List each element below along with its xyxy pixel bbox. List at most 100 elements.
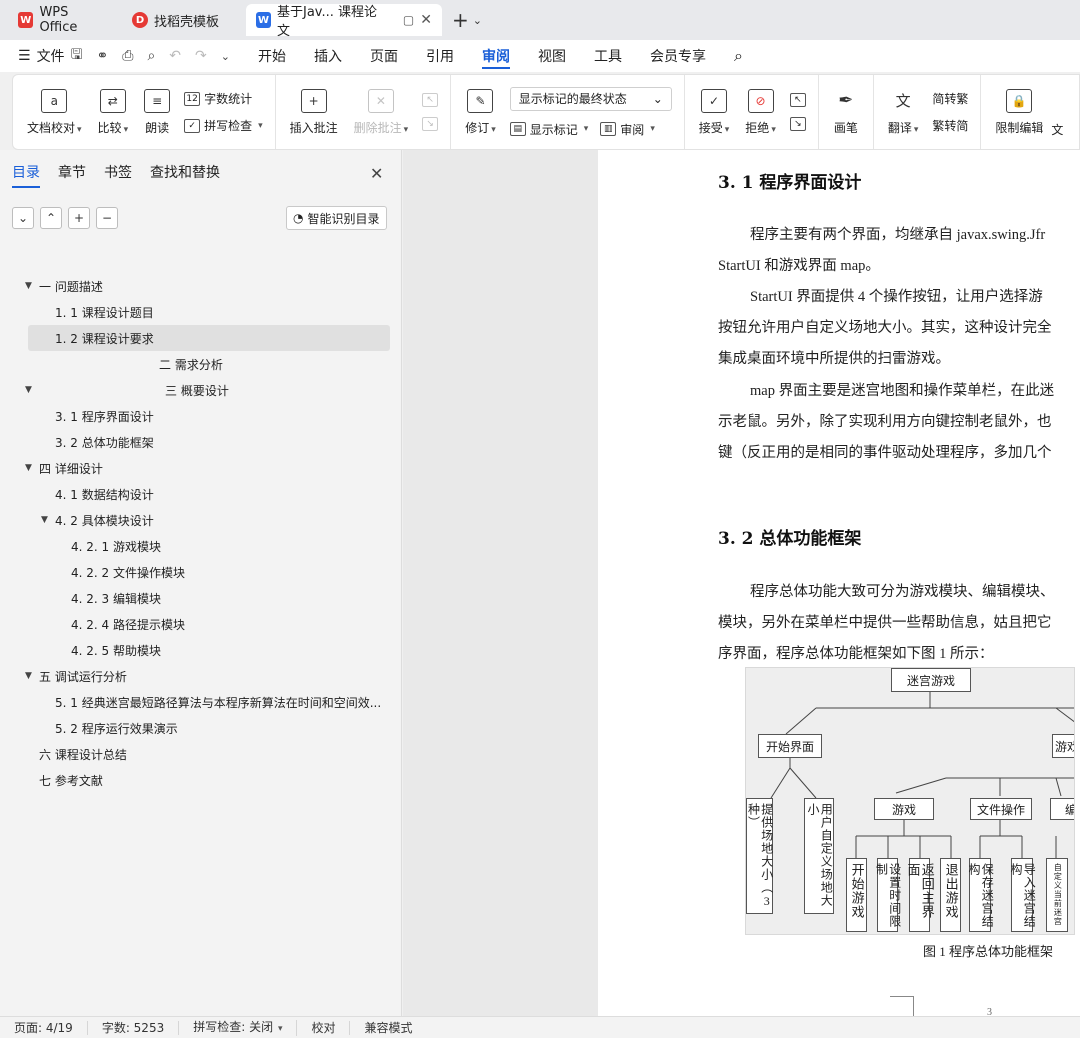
chevron-down-icon[interactable]: ⌄ (221, 50, 230, 63)
tab-toc[interactable]: 目录 (12, 162, 40, 188)
close-pane-icon[interactable]: ✕ (370, 164, 383, 183)
previous-comment-button[interactable]: ↖ (422, 93, 439, 107)
next-change-button[interactable]: ↘ (789, 117, 806, 131)
caret-down-icon[interactable]: ▼ (25, 463, 32, 473)
read-aloud-button[interactable]: ≡ 朗读 (136, 88, 178, 136)
caret-down-icon[interactable]: ▼ (41, 515, 48, 525)
toc-item[interactable]: ▼ 三 概要设计 (0, 377, 402, 403)
document-page[interactable]: 3. 1 程序界面设计 程序主要有两个界面，均继承自 javax.swing.J… (598, 150, 1080, 1016)
translate-label: 翻译 (887, 120, 912, 135)
toc-item[interactable]: 4. 2. 5 帮助模块 (0, 637, 402, 663)
toc-item[interactable]: 4. 2. 3 编辑模块 (0, 585, 402, 611)
review-pane-button[interactable]: ▥ 审阅 ▾ (600, 121, 655, 138)
pen-button[interactable]: ✒ 画笔 (825, 89, 867, 136)
menu-view[interactable]: 视图 (524, 40, 580, 72)
toc-item[interactable]: 1. 1 课程设计题目 (0, 299, 402, 325)
insert-comment-label: 插入批注 (289, 120, 338, 135)
print-preview-icon[interactable]: ⌕ (147, 48, 155, 64)
toc-item[interactable]: 六 课程设计总结 (0, 741, 402, 767)
tab-find-replace[interactable]: 查找和替换 (150, 162, 220, 188)
toc-item[interactable]: 3. 2 总体功能框架 (0, 429, 402, 455)
toc-item[interactable]: ▼ 五 调试运行分析 (0, 663, 402, 689)
toc-item[interactable]: 5. 2 程序运行效果演示 (0, 715, 402, 741)
collapse-down-button[interactable]: ⌄ (12, 207, 34, 229)
tab-sections[interactable]: 章节 (58, 162, 86, 188)
markup-state-select[interactable]: 显示标记的最终状态 ⌄ (509, 86, 672, 111)
toc-item[interactable]: ▼ 4. 2 具体模块设计 (0, 507, 402, 533)
restrict-edit-button[interactable]: 🔒 限制编辑 (987, 88, 1051, 136)
compat-mode-indicator: 兼容模式 (364, 1020, 413, 1035)
paragraph-line: StartUI 界面提供 4 个操作按钮，让用户选择游 (750, 289, 1043, 305)
toc-item[interactable]: 4. 2. 4 路径提示模块 (0, 611, 402, 637)
toc-item-selected[interactable]: 1. 2 课程设计要求 (28, 325, 390, 351)
spell-check-indicator[interactable]: 拼写检查: 关闭 ▾ (179, 1019, 298, 1036)
menu-insert[interactable]: 插入 (300, 40, 356, 72)
insert-comment-button[interactable]: + 插入批注 (282, 88, 346, 136)
restrict-edit-label: 限制编辑 (995, 120, 1044, 135)
add-heading-button[interactable]: + (68, 207, 90, 229)
pane-tabs: 目录 章节 书签 查找和替换 (12, 162, 220, 188)
remove-heading-button[interactable]: − (96, 207, 118, 229)
menu-page[interactable]: 页面 (356, 40, 412, 72)
toc-item[interactable]: 二 需求分析 (0, 351, 402, 377)
tab-label: 基于Jav... 课程论文 (277, 5, 378, 39)
tab-docer-templates[interactable]: D 找稻壳模板 (122, 4, 242, 36)
new-tab-button[interactable]: + ⌄ (446, 8, 488, 32)
menu-tools[interactable]: 工具 (580, 40, 636, 72)
proof-indicator[interactable]: 校对 (297, 1020, 351, 1035)
toc-item[interactable]: 4. 1 数据结构设计 (0, 481, 402, 507)
window-mode-icon[interactable]: ▢ (403, 13, 414, 27)
menu-review[interactable]: 审阅 (468, 40, 524, 72)
word-count-indicator[interactable]: 字数: 5253 (88, 1020, 180, 1035)
toc-item[interactable]: 5. 1 经典迷宫最短路径算法与本程序新算法在时间和空间效... (0, 689, 402, 715)
word-count-button[interactable]: 12 字数统计 (184, 90, 263, 107)
delete-comment-button[interactable]: ✕ 删除批注 ▾ (346, 88, 417, 136)
doc-check-button[interactable]: a 文档校对 ▾ (19, 88, 90, 136)
undo-icon[interactable]: ↶ (169, 48, 181, 64)
node-size-3: 提供场地大小（3种） (746, 798, 774, 914)
smart-toc-button[interactable]: ◔ 智能识别目录 (286, 206, 387, 230)
link-icon[interactable]: ⚭ (97, 48, 109, 64)
close-tab-icon[interactable]: ✕ (420, 12, 432, 28)
spell-check-button[interactable]: ✓ 拼写检查 ▾ (184, 117, 263, 134)
previous-change-button[interactable]: ↖ (789, 93, 806, 107)
page-indicator[interactable]: 页面: 4/19 (0, 1020, 88, 1035)
expand-up-button[interactable]: ⌃ (40, 207, 62, 229)
show-markup-button[interactable]: ▤ 显示标记 ▾ (509, 121, 588, 138)
function-framework-figure: 迷宫游戏 开始界面 游戏 游戏 文件操作 编 提供场地大小（3种） 用户自定义场… (745, 667, 1075, 935)
caret-down-icon[interactable]: ▼ (25, 385, 32, 395)
search-icon[interactable]: ⌕ (720, 40, 757, 72)
toc-item[interactable]: ▼ 四 详细设计 (0, 455, 402, 481)
tab-wps-office[interactable]: W WPS Office (8, 4, 118, 36)
save-icon[interactable]: 🖫 (71, 44, 83, 68)
reject-button[interactable]: ⊘ 拒绝 ▾ (737, 88, 784, 136)
tab-current-document[interactable]: W 基于Jav... 课程论文 ▢ ✕ (246, 4, 442, 39)
toc-item[interactable]: 七 参考文献 (0, 767, 402, 793)
translate-button[interactable]: 文 翻译 ▾ (880, 89, 927, 136)
toc-item[interactable]: 3. 1 程序界面设计 (0, 403, 402, 429)
node-start-ui: 开始界面 (758, 734, 822, 758)
menu-home[interactable]: 开始 (244, 40, 300, 72)
toc-item[interactable]: 4. 2. 2 文件操作模块 (0, 559, 402, 585)
menu-references[interactable]: 引用 (412, 40, 468, 72)
page-corner-mark (890, 996, 914, 1016)
menu-member[interactable]: 会员专享 (636, 40, 720, 72)
review-pane-icon: ▥ (600, 122, 617, 136)
pen-icon: ✒ (838, 90, 854, 111)
to-traditional-button[interactable]: 简转繁 (932, 90, 968, 107)
print-icon[interactable]: ⎙ (122, 48, 133, 64)
accept-button[interactable]: ✓ 接受 ▾ (691, 88, 738, 136)
to-simplified-button[interactable]: 繁转简 (932, 117, 968, 134)
next-comment-button[interactable]: ↘ (422, 117, 439, 131)
caret-down-icon[interactable]: ▼ (25, 281, 32, 291)
reject-icon: ⊘ (747, 88, 774, 113)
caret-down-icon[interactable]: ▼ (25, 671, 32, 681)
chevron-down-icon[interactable]: ⌄ (473, 14, 482, 27)
revise-button[interactable]: ✎ 修订 ▾ (457, 88, 504, 136)
tab-bookmarks[interactable]: 书签 (104, 162, 132, 188)
redo-icon[interactable]: ↷ (195, 48, 207, 64)
toc-item[interactable]: 4. 2. 1 游戏模块 (0, 533, 402, 559)
toc-item[interactable]: ▼ 一 问题描述 (0, 273, 402, 299)
file-menu[interactable]: ☰ 文件 (0, 46, 65, 66)
compare-button[interactable]: ⇄ 比较 ▾ (90, 88, 137, 136)
